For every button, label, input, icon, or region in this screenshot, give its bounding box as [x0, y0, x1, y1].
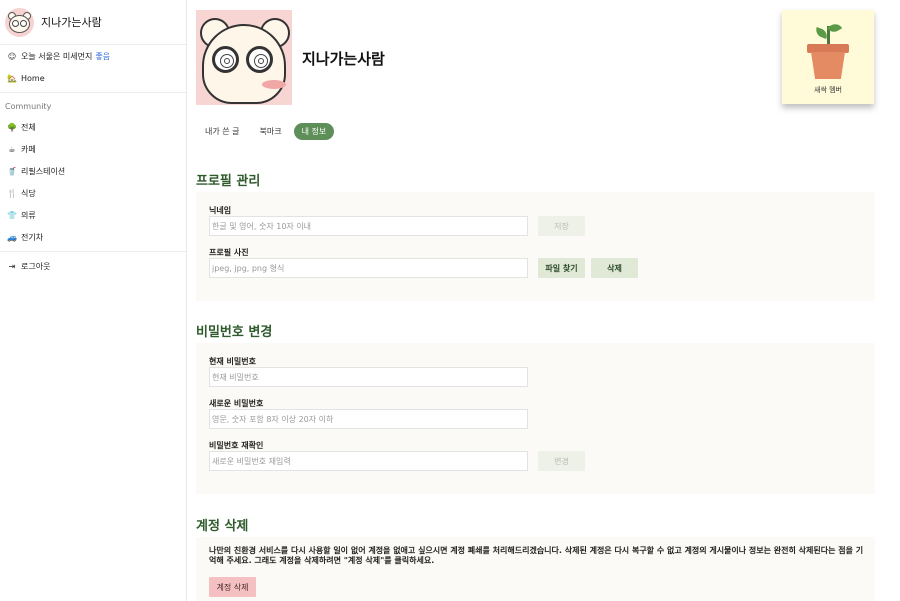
delete-photo-button[interactable]: 삭제 — [591, 258, 638, 278]
avatar[interactable] — [5, 7, 34, 37]
new-password-input[interactable] — [209, 409, 528, 429]
account-delete-title: 계정 삭제 — [196, 519, 249, 534]
dust-prefix: 오늘 서울은 미세먼지 — [21, 51, 93, 61]
find-file-button[interactable]: 파일 찾기 — [538, 258, 585, 278]
house-icon: 🏡 — [7, 73, 17, 83]
tab-bookmarks[interactable]: 북마크 — [252, 123, 290, 140]
pot-icon — [807, 44, 849, 53]
change-password-button[interactable]: 변경 — [538, 451, 585, 471]
sidebar-item-label: 전체 — [21, 122, 36, 132]
photo-label: 프로필 사진 — [209, 248, 249, 257]
badge-label: 새싹 멤버 — [814, 86, 842, 94]
sidebar-item-cafe[interactable]: ☕ 카페 — [0, 138, 186, 160]
sidebar: 지나가는사람 ☺ 오늘 서울은 미세먼지 좋음 🏡 Home Community… — [0, 0, 187, 601]
sidebar-item-label: 의류 — [21, 210, 36, 220]
profile-name: 지나가는사람 — [302, 50, 385, 68]
logout-button[interactable]: ⇥ 로그아웃 — [0, 255, 186, 277]
nickname-input[interactable] — [209, 216, 528, 236]
profile-mgmt-panel: 닉네임 저장 프로필 사진 파일 찾기 삭제 — [196, 192, 875, 301]
cup-icon: 🥤 — [7, 166, 17, 176]
sidebar-item-restaurant[interactable]: 🍴 식당 — [0, 182, 186, 204]
tree-icon: 🌳 — [7, 122, 17, 132]
sidebar-item-label: 전기차 — [21, 232, 44, 242]
coffee-icon: ☕ — [8, 144, 16, 154]
account-delete-description: 나만의 친환경 서비스를 다시 사용할 일이 없어 계정을 없애고 싶으시면 계… — [209, 546, 864, 565]
profile-image — [196, 10, 292, 105]
sidebar-item-refill[interactable]: 🥤 리필스테이션 — [0, 160, 186, 182]
sidebar-item-label: Home — [21, 73, 45, 83]
profile-mgmt-title: 프로필 관리 — [196, 174, 261, 189]
section-label: Community — [5, 101, 52, 111]
smile-icon: ☺ — [7, 51, 17, 61]
confirm-password-input[interactable] — [209, 451, 528, 471]
logout-label: 로그아웃 — [21, 261, 51, 271]
sidebar-item-label: 식당 — [21, 188, 36, 198]
utensils-icon: 🍴 — [7, 188, 17, 198]
car-icon: 🚙 — [7, 232, 17, 242]
member-badge: 새싹 멤버 — [782, 10, 874, 104]
sidebar-item-all[interactable]: 🌳 전체 — [0, 116, 186, 138]
account-delete-panel: 나만의 친환경 서비스를 다시 사용할 일이 없어 계정을 없애고 싶으시면 계… — [196, 537, 875, 601]
tab-my-info[interactable]: 내 정보 — [293, 123, 335, 140]
dust-level: 좋음 — [95, 51, 111, 61]
sidebar-item-ev[interactable]: 🚙 전기차 — [0, 226, 186, 248]
divider — [0, 92, 186, 93]
dust-status: ☺ 오늘 서울은 미세먼지 좋음 — [0, 45, 186, 67]
sidebar-item-home[interactable]: 🏡 Home — [0, 67, 186, 89]
sidebar-header[interactable]: 지나가는사람 — [0, 0, 186, 45]
sidebar-title: 지나가는사람 — [41, 16, 102, 29]
main-content: 지나가는사람 새싹 멤버 내가 쓴 글 북마크 내 정보 프로필 관리 닉네임 … — [187, 0, 900, 601]
confirm-password-label: 비밀번호 재확인 — [209, 441, 264, 450]
tab-bar: 내가 쓴 글 북마크 내 정보 — [197, 123, 335, 140]
divider — [0, 251, 186, 252]
save-nickname-button[interactable]: 저장 — [538, 216, 585, 236]
photo-input[interactable] — [209, 258, 528, 278]
delete-account-button[interactable]: 계정 삭제 — [209, 577, 256, 597]
sidebar-item-clothing[interactable]: 👕 의류 — [0, 204, 186, 226]
current-password-input[interactable] — [209, 367, 528, 387]
nickname-label: 닉네임 — [209, 206, 232, 215]
password-title: 비밀번호 변경 — [196, 325, 273, 340]
shirt-icon: 👕 — [7, 210, 17, 220]
tab-my-posts[interactable]: 내가 쓴 글 — [197, 123, 248, 140]
new-password-label: 새로운 비밀번호 — [209, 399, 264, 408]
sidebar-item-label: 카페 — [21, 144, 36, 154]
password-panel: 현재 비밀번호 새로운 비밀번호 비밀번호 재확인 변경 — [196, 343, 875, 494]
current-password-label: 현재 비밀번호 — [209, 357, 256, 366]
logout-icon: ⇥ — [8, 261, 16, 271]
sidebar-item-label: 리필스테이션 — [21, 166, 66, 176]
